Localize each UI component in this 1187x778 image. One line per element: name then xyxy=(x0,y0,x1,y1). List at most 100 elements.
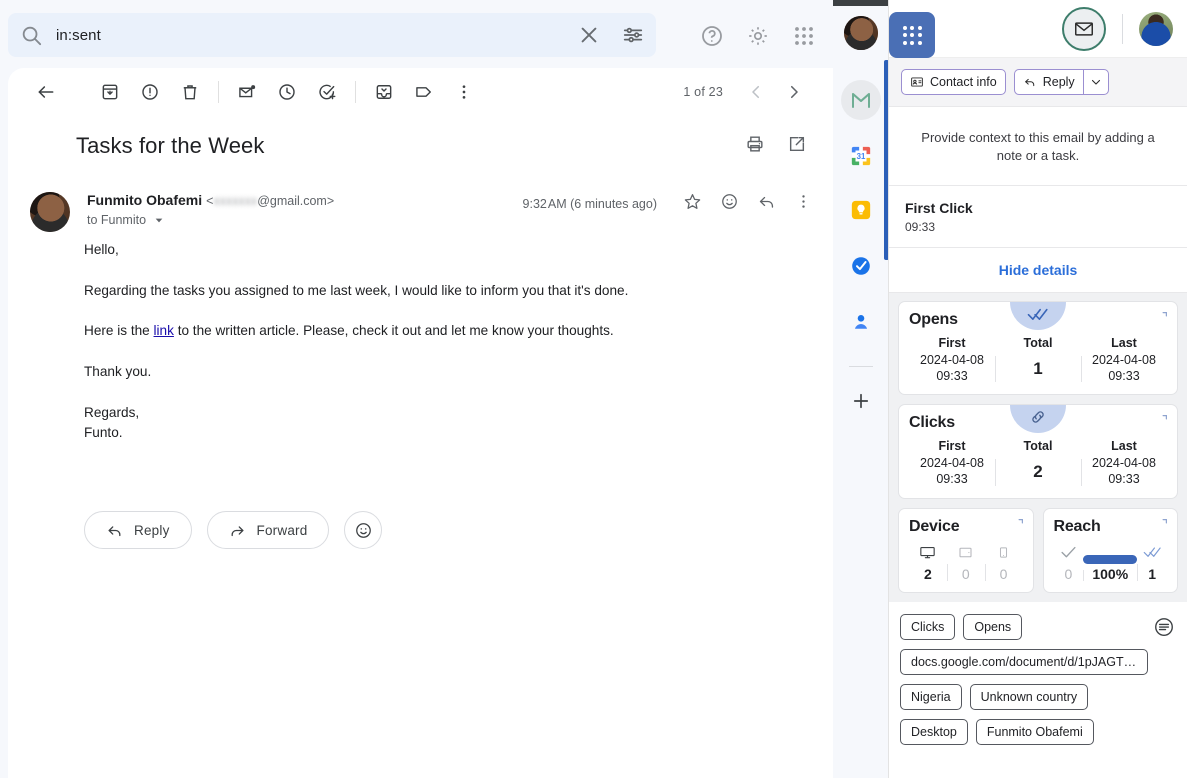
reply-icon[interactable] xyxy=(757,192,776,216)
mailtrack-envelope-icon[interactable] xyxy=(1062,6,1106,51)
device-desktop-value: 2 xyxy=(924,565,932,582)
star-icon[interactable] xyxy=(683,192,702,216)
mailtrack-user-avatar[interactable] xyxy=(1139,11,1173,46)
opens-first-header: First xyxy=(938,336,966,351)
expand-icon[interactable] xyxy=(1155,311,1168,330)
search-input[interactable]: in:sent xyxy=(56,27,578,44)
avatar-image xyxy=(30,192,70,232)
message-timestamp: 9:32 AM (6 minutes ago) xyxy=(522,197,657,211)
device-reach-row: Device 2 0 0 Reach 0 100% 1 xyxy=(898,507,1178,593)
tag-row-metrics: Clicks Opens xyxy=(900,613,1176,640)
body-greeting: Hello, xyxy=(84,242,119,257)
chevron-left-icon[interactable] xyxy=(739,75,773,109)
search-box[interactable]: in:sent xyxy=(8,13,656,57)
apps-grid-icon[interactable] xyxy=(889,12,935,58)
tag-nigeria[interactable]: Nigeria xyxy=(900,683,962,710)
progress-bar xyxy=(1083,554,1138,564)
clicks-last-value: 2024-04-08 09:33 xyxy=(1092,456,1156,486)
context-note-text: Provide context to this email by adding … xyxy=(889,107,1187,187)
tag-clicks[interactable]: Clicks xyxy=(900,613,956,640)
tag-funmito-obafemi[interactable]: Funmito Obafemi xyxy=(975,718,1094,745)
archive-icon[interactable] xyxy=(90,72,130,112)
opens-total-header: Total xyxy=(1023,336,1053,351)
search-icon xyxy=(20,24,42,46)
rail-item-contacts[interactable] xyxy=(841,304,881,344)
device-columns: 2 0 0 xyxy=(909,542,1023,582)
pagination-count: 1 of 23 xyxy=(683,85,723,99)
device-card: Device 2 0 0 xyxy=(898,507,1034,593)
hide-details-button[interactable]: Hide details xyxy=(889,248,1187,294)
mailtrack-action-bar: Contact info Reply xyxy=(889,58,1187,107)
rail-add-button[interactable] xyxy=(841,381,881,421)
sender-name: Funmito Obafemi xyxy=(87,192,203,208)
reply-button[interactable]: Reply xyxy=(84,511,192,549)
expand-icon[interactable] xyxy=(1011,518,1024,537)
add-reaction-icon[interactable] xyxy=(720,192,739,216)
back-arrow-icon[interactable] xyxy=(26,72,66,112)
contact-info-button[interactable]: Contact info xyxy=(901,69,1006,95)
open-in-new-window-icon[interactable] xyxy=(787,134,807,159)
search-options-icon[interactable] xyxy=(622,24,644,46)
body-paragraph-1: Regarding the tasks you assigned to me l… xyxy=(84,282,629,298)
label-icon[interactable] xyxy=(404,72,444,112)
google-tasks-icon xyxy=(850,255,872,282)
recipient-label: to Funmito xyxy=(87,213,147,227)
expand-icon[interactable] xyxy=(1155,414,1168,433)
rail-item-keep[interactable] xyxy=(841,192,881,232)
expand-icon[interactable] xyxy=(1155,518,1168,537)
rail-item-calendar[interactable]: 31 xyxy=(841,136,881,176)
subject-actions xyxy=(745,134,807,159)
print-icon[interactable] xyxy=(745,134,765,159)
opens-last-header: Last xyxy=(1111,336,1137,351)
tag-opens[interactable]: Opens xyxy=(963,613,1023,640)
chevron-right-icon[interactable] xyxy=(777,75,811,109)
close-icon[interactable] xyxy=(578,24,600,46)
double-check-icon xyxy=(1137,542,1167,564)
clicks-last-header: Last xyxy=(1111,439,1137,454)
tag-url[interactable]: docs.google.com/document/d/1pJAGT9... xyxy=(900,648,1148,675)
opens-total-col: Total 1 xyxy=(995,336,1081,384)
reading-pane: 1 of 23 Tasks for the Week Funmito Obafe… xyxy=(8,68,833,778)
more-options-icon[interactable] xyxy=(444,72,484,112)
gmail-region: in:sent 1 of 23 Tasks for the Week Funmi… xyxy=(0,0,878,778)
top-divider xyxy=(1122,13,1123,44)
mark-unread-icon[interactable] xyxy=(227,72,267,112)
chevron-down-icon[interactable] xyxy=(1082,69,1109,95)
more-icon[interactable] xyxy=(794,192,813,216)
mailtrack-reply-label: Reply xyxy=(1042,75,1075,89)
tag-row-location: Nigeria Unknown country xyxy=(900,683,1176,710)
tags-section: Clicks Opens docs.google.com/document/d/… xyxy=(889,602,1187,764)
device-tablet-value: 0 xyxy=(961,565,970,582)
delete-icon[interactable] xyxy=(170,72,210,112)
message: Funmito Obafemi <xxxxxxx@gmail.com> to F… xyxy=(8,190,833,463)
tablet-icon xyxy=(947,542,985,564)
help-icon[interactable] xyxy=(700,24,724,48)
filter-list-icon[interactable] xyxy=(1153,616,1175,643)
forward-button[interactable]: Forward xyxy=(206,511,330,549)
account-avatar[interactable] xyxy=(844,16,878,50)
chevron-down-icon[interactable] xyxy=(150,211,168,229)
clicks-card: Clicks First 2024-04-08 09:33 Total 2 La… xyxy=(898,404,1178,499)
report-spam-icon[interactable] xyxy=(130,72,170,112)
google-apps-icon[interactable] xyxy=(792,24,816,48)
rail-item-mailtrack[interactable] xyxy=(840,80,881,120)
avatar[interactable] xyxy=(30,192,70,232)
article-link[interactable]: link xyxy=(154,323,174,338)
settings-icon[interactable] xyxy=(746,24,770,48)
snooze-icon[interactable] xyxy=(267,72,307,112)
message-toolbar: 1 of 23 xyxy=(8,68,833,116)
move-to-inbox-icon[interactable] xyxy=(364,72,404,112)
tag-desktop[interactable]: Desktop xyxy=(900,718,968,745)
rail-divider xyxy=(848,366,873,367)
tag-unknown-country[interactable]: Unknown country xyxy=(969,683,1089,710)
reach-sent-col: 0 xyxy=(1054,542,1084,582)
add-to-tasks-icon[interactable] xyxy=(307,72,347,112)
tag-row-url: docs.google.com/document/d/1pJAGT9... xyxy=(900,648,1176,675)
add-reaction-icon[interactable] xyxy=(344,511,383,549)
gmail-search-header: in:sent xyxy=(0,0,878,70)
svg-text:31: 31 xyxy=(856,152,865,161)
rail-item-tasks[interactable] xyxy=(841,248,881,288)
toolbar-divider xyxy=(218,81,219,103)
mailtrack-reply-button[interactable]: Reply xyxy=(1013,69,1083,95)
device-mobile-col: 0 xyxy=(984,542,1023,582)
